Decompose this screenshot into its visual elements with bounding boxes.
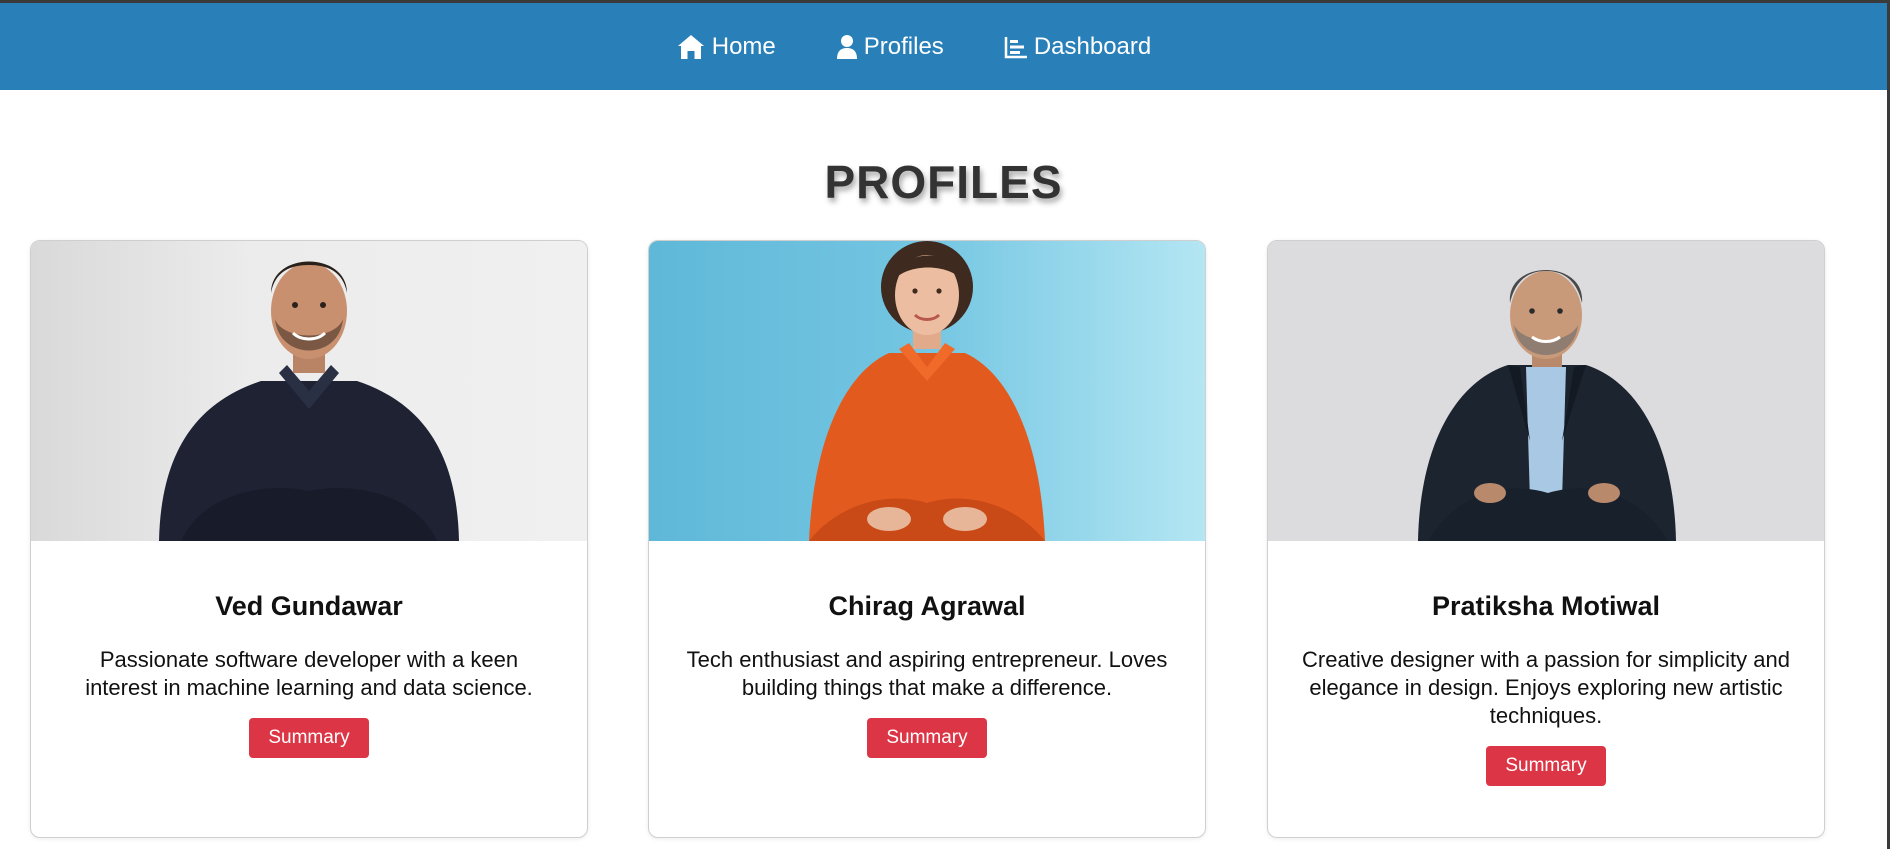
profile-photo <box>1268 241 1824 541</box>
profile-card: Chirag Agrawal Tech enthusiast and aspir… <box>648 240 1206 838</box>
page: Home Profiles Dashboard PROFILES Ved Gun… <box>0 0 1890 849</box>
page-title: PROFILES <box>824 156 1063 208</box>
profile-card: Pratiksha Motiwal Creative designer with… <box>1267 240 1825 838</box>
nav-dashboard-label: Dashboard <box>1033 32 1152 60</box>
summary-button[interactable]: Summary <box>867 718 987 758</box>
profile-name: Pratiksha Motiwal <box>1431 591 1661 621</box>
summary-button[interactable]: Summary <box>1486 746 1606 786</box>
nav-profiles-label: Profiles <box>863 32 944 60</box>
home-icon <box>676 33 706 61</box>
profile-bio: Tech enthusiast and aspiring entrepreneu… <box>686 647 1168 700</box>
profile-photo <box>649 241 1205 541</box>
top-navbar: Home Profiles Dashboard <box>0 3 1887 90</box>
nav-home-label: Home <box>711 32 776 60</box>
summary-button[interactable]: Summary <box>249 718 369 758</box>
profile-name: Chirag Agrawal <box>828 591 1026 621</box>
profile-bio: Passionate software developer with a kee… <box>85 647 533 700</box>
profile-bio: Creative designer with a passion for sim… <box>1302 647 1790 728</box>
profile-photo <box>31 241 587 541</box>
user-icon <box>836 34 858 60</box>
nav-home-link[interactable]: Home <box>676 27 776 67</box>
profile-name: Ved Gundawar <box>215 591 403 621</box>
chart-bar-icon <box>1004 35 1028 59</box>
nav-profiles-link[interactable]: Profiles <box>836 27 944 67</box>
profile-card: Ved Gundawar Passionate software develop… <box>30 240 588 838</box>
nav-dashboard-link[interactable]: Dashboard <box>1004 27 1151 67</box>
